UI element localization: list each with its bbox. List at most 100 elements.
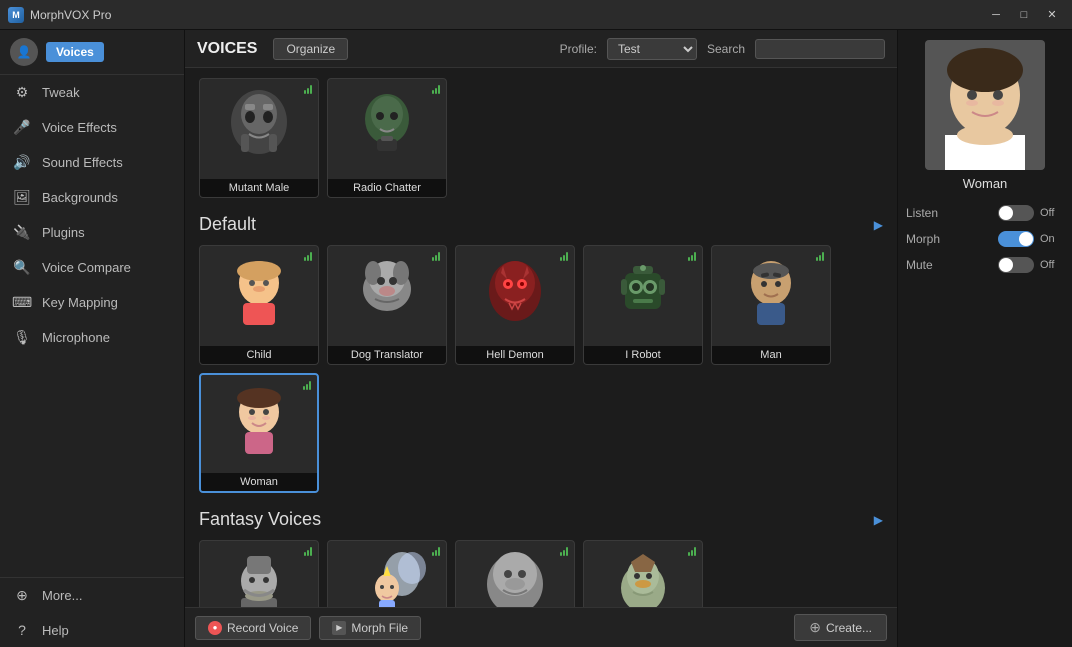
morph-file-label: Morph File xyxy=(351,621,408,635)
more-icon: ⊕ xyxy=(12,587,32,604)
sidebar-item-tweak[interactable]: ⚙ Tweak xyxy=(0,75,184,110)
listen-control-row: Listen Off xyxy=(906,205,1064,221)
female-pixie-image xyxy=(328,541,446,607)
i-robot-signal xyxy=(688,251,696,264)
listen-label: Listen xyxy=(906,206,956,220)
voices-button[interactable]: Voices xyxy=(46,42,104,62)
voice-card-nasty-gnome[interactable]: Nasty Gnome xyxy=(583,540,703,607)
voice-card-hell-demon[interactable]: Hell Demon xyxy=(455,245,575,365)
dwarf-signal xyxy=(304,546,312,559)
default-section-header: Default ▶ xyxy=(199,214,883,235)
child-label: Child xyxy=(200,346,318,364)
sidebar-item-voice-effects[interactable]: 🎤 Voice Effects xyxy=(0,110,184,145)
search-input[interactable] xyxy=(755,39,885,59)
morph-toggle-track[interactable] xyxy=(998,231,1034,247)
listen-toggle-thumb xyxy=(999,206,1013,220)
sidebar-label-voice-compare: Voice Compare xyxy=(42,260,131,275)
sidebar-item-backgrounds[interactable]: 🖼 Backgrounds xyxy=(0,180,184,215)
sidebar-label-plugins: Plugins xyxy=(42,225,85,240)
app-icon: M xyxy=(8,7,24,23)
sidebar-item-sound-effects[interactable]: 🔊 Sound Effects xyxy=(0,145,184,180)
sidebar-item-plugins[interactable]: 🔌 Plugins xyxy=(0,215,184,250)
woman-preview-svg xyxy=(925,40,1045,170)
sidebar-item-voice-compare[interactable]: 🔍 Voice Compare xyxy=(0,250,184,285)
morph-toggle[interactable]: On xyxy=(998,231,1064,247)
woman-label: Woman xyxy=(201,473,317,491)
female-pixie-signal xyxy=(432,546,440,559)
default-section-title: Default xyxy=(199,214,256,235)
i-robot-label: I Robot xyxy=(584,346,702,364)
bottom-toolbar: ● Record Voice ▶ Morph File ⊕ Create... xyxy=(185,607,897,647)
man-image xyxy=(712,246,830,336)
mute-toggle[interactable]: Off xyxy=(998,257,1064,273)
voice-card-mutant-male[interactable]: Mutant Male xyxy=(199,78,319,198)
restore-button[interactable]: □ xyxy=(1012,5,1036,25)
fantasy-collapse-btn[interactable]: ▶ xyxy=(874,513,883,527)
morph-control-row: Morph On xyxy=(906,231,1064,247)
fantasy-section-title: Fantasy Voices xyxy=(199,509,321,530)
voice-card-giant[interactable]: Giant xyxy=(455,540,575,607)
voice-card-i-robot[interactable]: I Robot xyxy=(583,245,703,365)
listen-toggle[interactable]: Off xyxy=(998,205,1064,221)
minimize-button[interactable]: ─ xyxy=(984,5,1008,25)
morph-label: Morph xyxy=(906,232,956,246)
giant-image xyxy=(456,541,574,607)
titlebar-controls: ─ □ ✕ xyxy=(984,5,1064,25)
sidebar-label-help: Help xyxy=(42,623,69,638)
voice-card-child[interactable]: Child xyxy=(199,245,319,365)
sidebar-label-more: More... xyxy=(42,588,82,603)
mute-label: Mute xyxy=(906,258,956,272)
listen-toggle-track[interactable] xyxy=(998,205,1034,221)
sidebar-label-tweak: Tweak xyxy=(42,85,80,100)
right-panel: Woman Listen Off Morph On Mute xyxy=(897,30,1072,647)
giant-signal xyxy=(560,546,568,559)
sidebar-item-more[interactable]: ⊕ More... xyxy=(0,578,184,613)
sidebar-item-microphone[interactable]: 🎙 Microphone xyxy=(0,320,184,355)
create-button[interactable]: ⊕ Create... xyxy=(794,614,887,641)
voice-card-female-pixie[interactable]: Female Pixie xyxy=(327,540,447,607)
woman-image xyxy=(201,375,317,465)
sidebar-label-voice-effects: Voice Effects xyxy=(42,120,117,135)
morph-toggle-thumb xyxy=(1019,232,1033,246)
morph-file-button[interactable]: ▶ Morph File xyxy=(319,616,421,640)
child-signal xyxy=(304,251,312,264)
key-mapping-icon: ⌨ xyxy=(12,294,32,311)
hell-demon-label: Hell Demon xyxy=(456,346,574,364)
dog-translator-image xyxy=(328,246,446,336)
record-icon: ● xyxy=(208,621,222,635)
nasty-gnome-image xyxy=(584,541,702,607)
organize-button[interactable]: Organize xyxy=(273,38,348,60)
preview-name: Woman xyxy=(963,176,1008,191)
content-area: VOICES Organize Profile: Test Default Ga… xyxy=(185,30,897,647)
listen-toggle-state: Off xyxy=(1040,207,1064,219)
radio-chatter-signal xyxy=(432,84,440,97)
sidebar-bottom: ⊕ More... ? Help xyxy=(0,577,184,647)
mute-toggle-state: Off xyxy=(1040,259,1064,271)
voices-scroll[interactable]: Mutant Male xyxy=(185,68,897,607)
app-title: MorphVOX Pro xyxy=(30,8,111,22)
fantasy-section-header: Fantasy Voices ▶ xyxy=(199,509,883,530)
voice-card-woman[interactable]: Woman xyxy=(199,373,319,493)
sidebar-item-help[interactable]: ? Help xyxy=(0,613,184,647)
mutant-male-image xyxy=(200,79,318,169)
recent-voice-grid: Mutant Male xyxy=(199,78,883,198)
default-collapse-btn[interactable]: ▶ xyxy=(874,218,883,232)
preview-photo xyxy=(925,40,1045,170)
content-header: VOICES Organize Profile: Test Default Ga… xyxy=(185,30,897,68)
titlebar-left: M MorphVOX Pro xyxy=(8,7,111,23)
record-voice-button[interactable]: ● Record Voice xyxy=(195,616,311,640)
voice-compare-icon: 🔍 xyxy=(12,259,32,276)
voice-card-dog-translator[interactable]: Dog Translator xyxy=(327,245,447,365)
radio-chatter-image xyxy=(328,79,446,169)
search-label: Search xyxy=(707,42,745,56)
voice-card-man[interactable]: Man xyxy=(711,245,831,365)
create-label: Create... xyxy=(826,621,872,635)
voice-card-radio-chatter[interactable]: Radio Chatter xyxy=(327,78,447,198)
profile-select[interactable]: Test Default Gaming Custom xyxy=(607,38,697,60)
close-button[interactable]: ✕ xyxy=(1040,5,1064,25)
voice-card-dwarf[interactable]: Dwarf xyxy=(199,540,319,607)
mute-toggle-track[interactable] xyxy=(998,257,1034,273)
voice-effects-icon: 🎤 xyxy=(12,119,32,136)
sidebar-item-key-mapping[interactable]: ⌨ Key Mapping xyxy=(0,285,184,320)
sidebar-label-key-mapping: Key Mapping xyxy=(42,295,118,310)
